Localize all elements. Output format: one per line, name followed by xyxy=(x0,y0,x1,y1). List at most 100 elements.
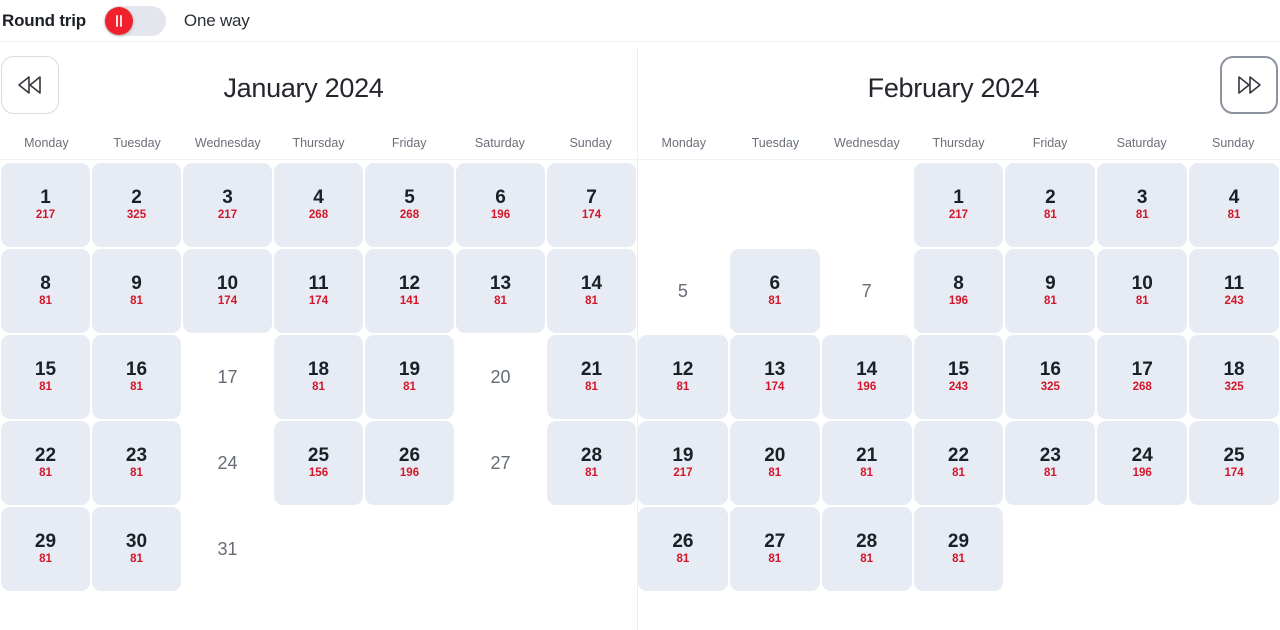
day-cell[interactable]: 3 81 xyxy=(1097,163,1188,247)
day-cell[interactable]: 2 325 xyxy=(92,163,181,247)
day-cell[interactable]: 26 196 xyxy=(365,421,454,505)
weekday-wednesday: Wednesday xyxy=(194,135,261,150)
day-cell[interactable]: 29 81 xyxy=(1,507,90,591)
day-number: 2 xyxy=(131,187,142,209)
day-cell[interactable]: 14 81 xyxy=(547,249,636,333)
day-cell[interactable]: 13 174 xyxy=(729,335,820,419)
day-number: 11 xyxy=(1224,273,1245,295)
day-cell[interactable]: 12 81 xyxy=(638,335,728,419)
day-cell[interactable]: 30 81 xyxy=(92,507,181,591)
day-number: 21 xyxy=(856,445,878,467)
day-cell[interactable]: 22 81 xyxy=(913,421,1004,505)
day-number: 31 xyxy=(217,539,238,559)
day-cell[interactable]: 1 217 xyxy=(1,163,90,247)
weekday-saturday: Saturday xyxy=(474,135,525,150)
next-month-button[interactable] xyxy=(1220,56,1278,114)
day-cell[interactable]: 23 81 xyxy=(92,421,181,505)
calendar-container: January 2024 Monday Tuesday Wednesday Th… xyxy=(0,42,1280,630)
day-cell-empty xyxy=(638,163,728,247)
day-cell[interactable]: 19 217 xyxy=(638,421,728,505)
day-price: 217 xyxy=(948,209,969,222)
day-cell[interactable]: 24 196 xyxy=(1097,421,1188,505)
day-cell[interactable]: 16 325 xyxy=(1005,335,1096,419)
trip-type-toggle[interactable] xyxy=(103,5,166,36)
day-cell[interactable]: 27 81 xyxy=(729,507,820,591)
day-cell[interactable]: 17 268 xyxy=(1097,335,1188,419)
day-cell[interactable]: 29 81 xyxy=(913,507,1004,591)
day-price: 174 xyxy=(765,381,785,394)
day-cell[interactable]: 9 81 xyxy=(92,249,181,333)
day-number: 15 xyxy=(34,359,57,381)
day-cell[interactable]: 18 81 xyxy=(274,335,363,419)
day-cell[interactable]: 21 81 xyxy=(547,335,636,419)
day-price: 81 xyxy=(130,553,143,566)
day-cell[interactable]: 1 217 xyxy=(913,163,1004,247)
day-price: 81 xyxy=(494,295,507,308)
day-cell[interactable]: 13 81 xyxy=(456,249,545,333)
day-cell[interactable]: 7 174 xyxy=(547,163,636,247)
day-cell[interactable]: 25 174 xyxy=(1189,421,1279,505)
day-cell[interactable]: 5 268 xyxy=(365,163,454,247)
day-price: 243 xyxy=(948,381,969,394)
day-number: 30 xyxy=(125,531,148,553)
day-number: 20 xyxy=(764,445,786,467)
weekday-thursday: Thursday xyxy=(932,135,985,150)
day-price: 196 xyxy=(399,467,420,480)
day-cell[interactable]: 26 81 xyxy=(638,507,728,591)
day-cell[interactable]: 19 81 xyxy=(365,335,454,419)
day-price: 81 xyxy=(39,467,52,480)
day-cell[interactable]: 9 81 xyxy=(1005,249,1096,333)
prev-month-button[interactable] xyxy=(1,56,59,114)
day-cell[interactable]: 14 196 xyxy=(821,335,912,419)
day-cell[interactable]: 20 81 xyxy=(729,421,820,505)
day-price: 196 xyxy=(490,209,511,222)
day-cell[interactable]: 6 196 xyxy=(456,163,545,247)
day-number: 5 xyxy=(677,281,688,301)
day-cell[interactable]: 10 174 xyxy=(183,249,272,333)
day-price: 81 xyxy=(1043,467,1057,480)
day-price: 217 xyxy=(673,467,693,480)
day-cell[interactable]: 25 156 xyxy=(274,421,363,505)
day-price: 156 xyxy=(308,467,329,480)
day-price: 81 xyxy=(312,381,325,394)
day-cell: 7 xyxy=(822,249,912,333)
day-cell[interactable]: 23 81 xyxy=(1005,421,1096,505)
day-cell[interactable]: 18 325 xyxy=(1189,335,1279,419)
day-cell[interactable]: 28 81 xyxy=(821,507,912,591)
weekday-monday: Monday xyxy=(661,135,707,150)
calendar-month-february: February 2024 Monday Tuesday Wednesday T… xyxy=(637,42,1280,630)
day-cell[interactable]: 15 243 xyxy=(913,335,1004,419)
weekday-tuesday: Tuesday xyxy=(751,135,800,150)
day-cell[interactable]: 15 81 xyxy=(1,335,90,419)
day-cell[interactable]: 2 81 xyxy=(1005,163,1096,247)
day-cell[interactable]: 4 268 xyxy=(274,163,363,247)
one-way-label[interactable]: One way xyxy=(184,11,250,31)
day-cell[interactable]: 6 81 xyxy=(729,249,820,333)
day-cell[interactable]: 10 81 xyxy=(1097,249,1188,333)
day-cell[interactable]: 22 81 xyxy=(1,421,90,505)
day-price: 81 xyxy=(585,295,598,308)
day-cell[interactable]: 28 81 xyxy=(547,421,636,505)
day-cell: 24 xyxy=(183,421,272,505)
day-cell[interactable]: 3 217 xyxy=(183,163,272,247)
day-price: 268 xyxy=(308,209,329,222)
round-trip-label[interactable]: Round trip xyxy=(2,11,86,31)
day-price: 268 xyxy=(399,209,420,222)
day-price: 81 xyxy=(1043,209,1057,222)
day-number: 14 xyxy=(580,273,603,295)
day-number: 16 xyxy=(125,359,148,381)
calendar-header-january: January 2024 xyxy=(0,50,637,126)
day-number: 21 xyxy=(580,359,603,381)
day-cell[interactable]: 4 81 xyxy=(1189,163,1279,247)
day-cell[interactable]: 16 81 xyxy=(92,335,181,419)
day-cell[interactable]: 8 81 xyxy=(1,249,90,333)
day-cell[interactable]: 11 243 xyxy=(1189,249,1279,333)
day-number: 10 xyxy=(1131,273,1153,295)
day-number: 6 xyxy=(769,273,781,295)
day-price: 174 xyxy=(1224,467,1244,480)
day-cell[interactable]: 12 141 xyxy=(365,249,454,333)
day-cell[interactable]: 8 196 xyxy=(913,249,1004,333)
day-cell[interactable]: 21 81 xyxy=(821,421,912,505)
day-number: 14 xyxy=(856,359,878,381)
day-cell[interactable]: 11 174 xyxy=(274,249,363,333)
